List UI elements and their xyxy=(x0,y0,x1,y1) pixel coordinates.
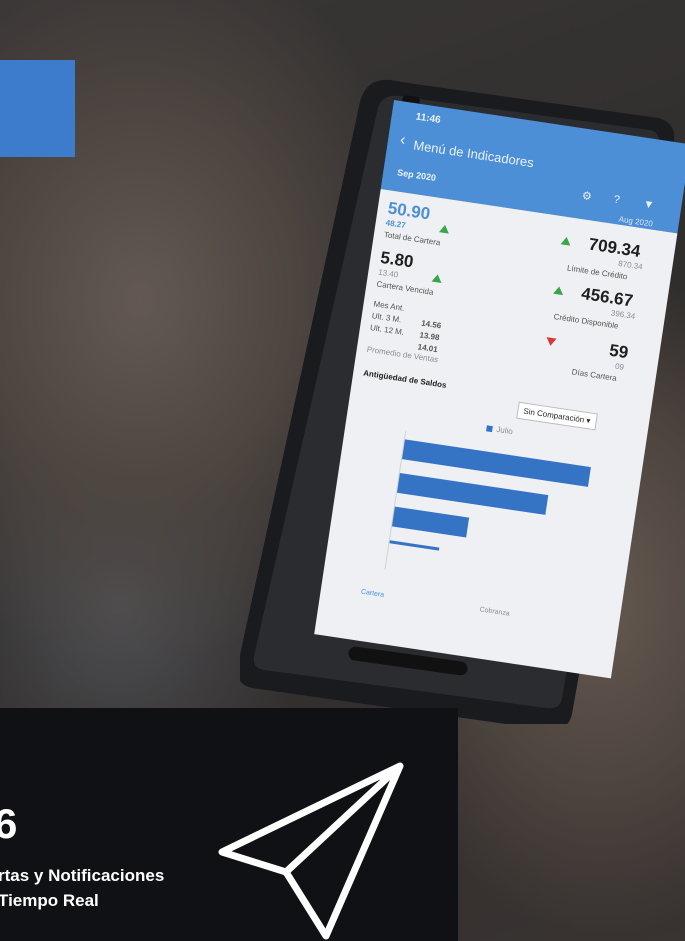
dias-cartera-compare: 09 xyxy=(614,361,625,372)
credito-disponible-label: Crédito Disponible xyxy=(553,312,620,331)
dias-cartera-label: Días Cartera xyxy=(571,367,618,383)
help-icon[interactable]: ? xyxy=(613,194,621,207)
legend-swatch xyxy=(486,425,493,433)
trend-up-icon xyxy=(560,236,572,246)
compare-select-value: Sin Comparación xyxy=(522,406,585,425)
trend-down-icon xyxy=(545,337,557,347)
filter-icon[interactable]: ▼ xyxy=(642,198,655,211)
total-cartera-compare: 48.27 xyxy=(385,218,407,231)
total-cartera-label: Total de Cartera xyxy=(383,230,441,248)
cartera-vencida-compare: 13.40 xyxy=(377,267,399,280)
feature-title-line1: rtas y Notificaciones xyxy=(0,866,165,885)
legend-label: Julio xyxy=(495,424,514,437)
chart-bar xyxy=(396,472,549,515)
trend-up-icon xyxy=(438,224,451,234)
feature-number: 6 xyxy=(0,800,18,847)
promedio-row-value: 14.56 xyxy=(420,318,442,331)
promedio-row-value: 13.98 xyxy=(418,330,441,343)
status-time: 11:46 xyxy=(414,111,442,127)
promedio-row-label: Ult. 12 M. xyxy=(369,323,405,337)
credito-disponible-value: 456.67 xyxy=(580,283,635,311)
accent-square xyxy=(0,60,75,157)
back-icon[interactable]: ‹ xyxy=(399,131,407,150)
tab-cobranza[interactable]: Cobranza xyxy=(479,606,510,617)
feature-title-line2: Tiempo Real xyxy=(0,891,99,910)
header-title: Menú de Indicadores xyxy=(412,137,535,171)
chart-bar xyxy=(389,540,440,551)
compare-select[interactable]: Sin Comparación ▾ xyxy=(516,401,598,431)
limite-credito-compare: 870.34 xyxy=(617,258,644,272)
trend-up-icon xyxy=(431,273,443,284)
dias-cartera-value: 59 xyxy=(607,340,630,363)
section-title: Antigüedad de Saldos xyxy=(362,368,448,390)
period-current[interactable]: Sep 2020 xyxy=(397,167,437,183)
chart-bar xyxy=(391,506,470,538)
trend-up-icon xyxy=(553,285,565,296)
settings-icon[interactable]: ⚙ xyxy=(581,189,593,203)
promedio-row-label: Mes Ant. xyxy=(372,299,406,313)
aging-chart xyxy=(384,431,604,600)
promedio-row-label: Ult. 3 M. xyxy=(371,311,403,325)
limite-credito-value: 709.34 xyxy=(587,234,642,261)
tab-cartera[interactable]: Cartera xyxy=(360,589,384,599)
credito-disponible-compare: 396.34 xyxy=(610,308,636,321)
paper-plane-icon xyxy=(218,762,404,940)
cartera-vencida-label: Cartera Vencida xyxy=(375,279,435,297)
